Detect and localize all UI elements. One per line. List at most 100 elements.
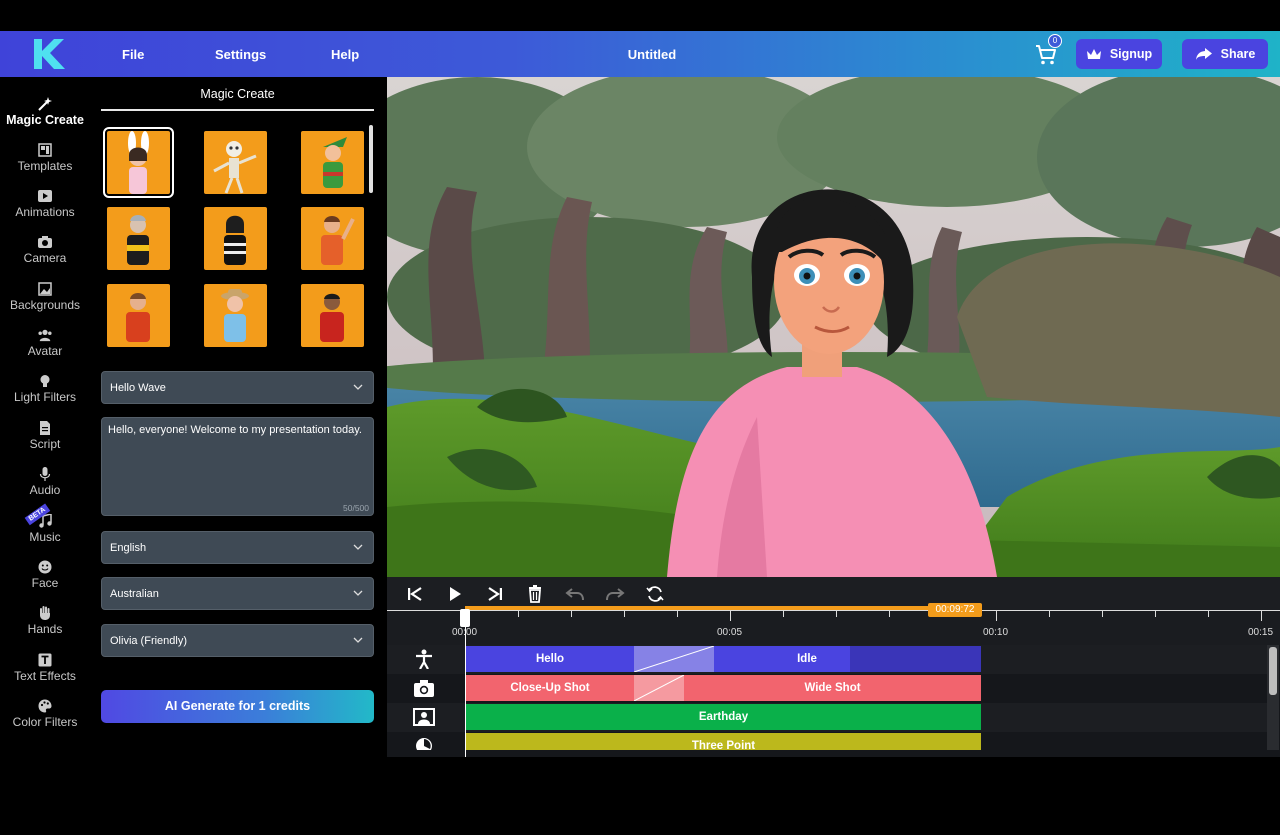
sidebar-item-camera[interactable]: Camera [0,235,90,265]
clip-transition[interactable] [633,674,685,702]
avatar-thumb-dark-hair[interactable] [204,207,267,270]
sidebar-item-animations[interactable]: Animations [0,189,90,219]
avatar-thumb-bunny-girl[interactable] [103,127,174,198]
document-title[interactable]: Untitled [600,47,704,62]
sidebar-item-music[interactable]: BETA Music [0,503,90,544]
people-icon [38,329,52,342]
skip-to-start-icon[interactable] [405,584,425,604]
chevron-down-icon [353,637,363,643]
chevron-down-icon [353,590,363,596]
loop-icon[interactable] [645,584,665,604]
undo-icon[interactable] [565,584,585,604]
sidebar-label: Audio [29,483,61,497]
sidebar-label: Magic Create [6,113,84,127]
clip-idle[interactable]: Idle [714,646,981,672]
avatar-thumb-red-shirt[interactable] [107,284,170,347]
hand-icon [40,606,50,620]
accent-select[interactable]: Australian [101,577,374,610]
clip-earthday[interactable]: Earthday [466,704,981,730]
cart-count-badge: 0 [1048,34,1062,48]
language-select[interactable]: English [101,531,374,564]
share-button[interactable]: Share [1182,39,1268,69]
sidebar-item-face[interactable]: Face [0,560,90,590]
panel-title: Magic Create [200,87,275,101]
avatar-thumb-elf[interactable] [301,131,364,194]
sidebar-item-templates[interactable]: Templates [0,143,90,173]
sidebar-item-hands[interactable]: Hands [0,606,90,636]
chevron-down-icon [353,544,363,550]
scene-preview[interactable] [387,77,1280,577]
templates-icon [38,143,52,157]
timeline-scrollbar-thumb[interactable] [1269,647,1277,695]
avatar-thumb-skeleton[interactable] [204,131,267,194]
sidebar-label: Avatar [27,344,63,358]
ai-generate-button[interactable]: AI Generate for 1 credits [101,690,374,723]
menu-file[interactable]: File [122,47,144,62]
trash-icon[interactable] [525,584,545,604]
menu-help[interactable]: Help [331,47,359,62]
signup-label: Signup [1109,47,1153,61]
sidebar-item-avatar[interactable]: Avatar [0,328,90,358]
sidebar-item-text-effects[interactable]: Text Effects [0,653,90,683]
light-icon [416,738,432,750]
avatar-thumb-cowgirl[interactable] [204,284,267,347]
bulb-icon [40,375,50,387]
signup-button[interactable]: Signup [1076,39,1162,69]
animation-select[interactable]: Hello Wave [101,371,374,404]
playhead-line [465,625,466,757]
sidebar-item-magic-create[interactable]: Magic Create [0,97,90,127]
avatar-thumb-dark-skin[interactable] [301,284,364,347]
sidebar-item-color-filters[interactable]: Color Filters [0,699,90,729]
magic-create-panel: Magic Create Hello Wave Hello, everyone!… [90,77,387,757]
sidebar-label: Text Effects [14,669,76,683]
image-icon [38,282,52,296]
clip-hello[interactable]: Hello [466,646,634,672]
thumbnail-scrollbar[interactable] [369,125,373,193]
sidebar-label: Script [29,437,61,451]
palette-icon [38,699,52,713]
sidebar-item-light-filters[interactable]: Light Filters [0,374,90,404]
crown-icon [1086,49,1101,59]
timeline-ruler[interactable]: 00:00 00:05 00:10 00:15 [387,610,1280,645]
script-text: Hello, everyone! Welcome to my presentat… [108,424,362,436]
track-camera: Close-Up Shot Wide Shot [387,674,1267,703]
sidebar-label: Face [31,576,59,590]
chevron-down-icon [353,384,363,390]
clip-wide-shot[interactable]: Wide Shot [684,675,981,701]
app-logo[interactable] [30,37,70,71]
avatar-thumb-racer[interactable] [107,207,170,270]
play-icon[interactable] [445,584,465,604]
smile-icon [38,560,52,574]
menu-settings[interactable]: Settings [215,47,266,62]
script-textarea[interactable]: Hello, everyone! Welcome to my presentat… [101,417,374,516]
sidebar-item-audio[interactable]: Audio [0,467,90,497]
voice-select-value: Olivia (Friendly) [110,635,188,647]
sidebar-item-backgrounds[interactable]: Backgrounds [0,282,90,312]
timeline-panel: 00:00 00:05 00:10 00:15 00:09:72 Hello I… [387,577,1280,757]
document-icon [40,421,50,435]
sidebar-label: Music [29,530,61,544]
sidebar-label: Backgrounds [9,298,81,312]
panel-title-underline [101,109,374,111]
redo-icon[interactable] [605,584,625,604]
clip-close-up-shot[interactable]: Close-Up Shot [466,675,634,701]
magic-wand-icon [38,97,52,111]
clip-three-point[interactable]: Three Point [466,733,981,750]
top-bar: File Settings Help Untitled 0 Signup Sha… [0,31,1280,77]
text-icon [38,653,52,667]
skip-to-end-icon[interactable] [485,584,505,604]
track-animation: Hello Idle [387,645,1267,674]
timeline-scrollbar[interactable] [1267,645,1279,750]
clip-transition[interactable] [633,645,715,673]
sidebar-label: Templates [17,159,73,173]
background-icon [413,708,435,726]
track-background: Earthday [387,703,1267,732]
clip-idle-label: Idle [797,653,817,665]
voice-select[interactable]: Olivia (Friendly) [101,624,374,657]
avatar-thumb-orange-shirt[interactable] [301,207,364,270]
sidebar-item-script[interactable]: Script [0,421,90,451]
camera-icon [414,680,434,697]
scene-render [387,77,1280,577]
person-icon [416,649,432,669]
playback-progress-bar[interactable] [465,606,981,610]
